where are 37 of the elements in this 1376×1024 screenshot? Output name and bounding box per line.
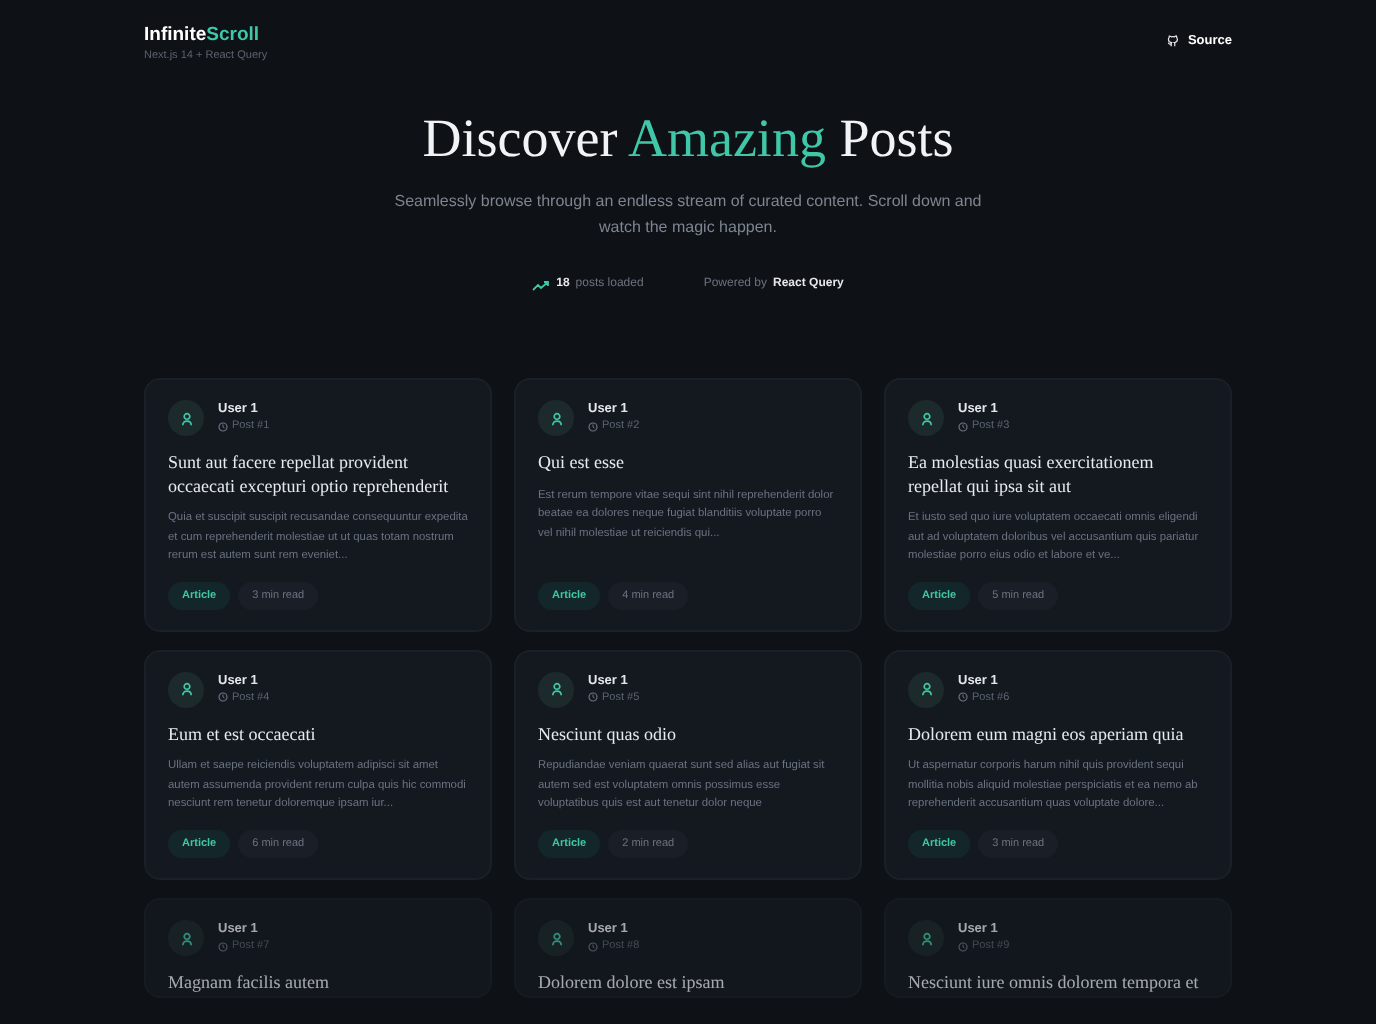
clock-icon [588,421,598,432]
clock-icon [958,421,968,432]
post-card[interactable] [884,649,1232,881]
post-title: Nesciunt quas odio [538,723,678,747]
post-card[interactable] [144,649,492,881]
post-card[interactable] [144,378,492,632]
logo[interactable]: InfiniteScroll [144,24,268,48]
clock-icon [218,941,228,952]
post-title: Magnam facilis autem [168,972,331,996]
clock-icon [588,692,598,703]
trending-up-icon [532,279,551,292]
post-card[interactable] [884,378,1232,632]
hero-description: Seamlessly browse through an endless stream of curated content. Scroll down and watch the magic happen. [392,190,984,241]
clock-icon [958,692,968,703]
post-title: Ea molestias quasi exercitationem repellat qui ipsa sit aut [908,452,1156,499]
clock-icon [958,941,968,952]
post-title: Sunt aut facere repellat provident occaecati excepturi optio reprehenderit [168,452,451,499]
avatar-icon [538,671,574,708]
post-title: Eum et est occaecati [168,723,318,747]
avatar-icon [538,400,574,437]
hero-title: Discover Amazing Posts [422,112,954,167]
github-icon [1165,34,1180,49]
avatar-icon [908,400,944,437]
avatar-icon [168,400,204,437]
post-title: Nesciunt iure omnis dolorem tempora et [908,972,1201,996]
avatar-icon [168,671,204,708]
avatar-icon [168,920,204,957]
clock-icon [218,421,228,432]
avatar-icon [908,671,944,708]
clock-icon [588,941,598,952]
avatar-icon [538,920,574,957]
post-title: Dolorem dolore est ipsam [538,972,727,996]
post-title: Dolorem eum magni eos aperiam quia [908,723,1186,747]
post-card[interactable] [514,378,862,632]
clock-icon [218,692,228,703]
post-title: Qui est esse [538,452,626,476]
avatar-icon [908,920,944,957]
